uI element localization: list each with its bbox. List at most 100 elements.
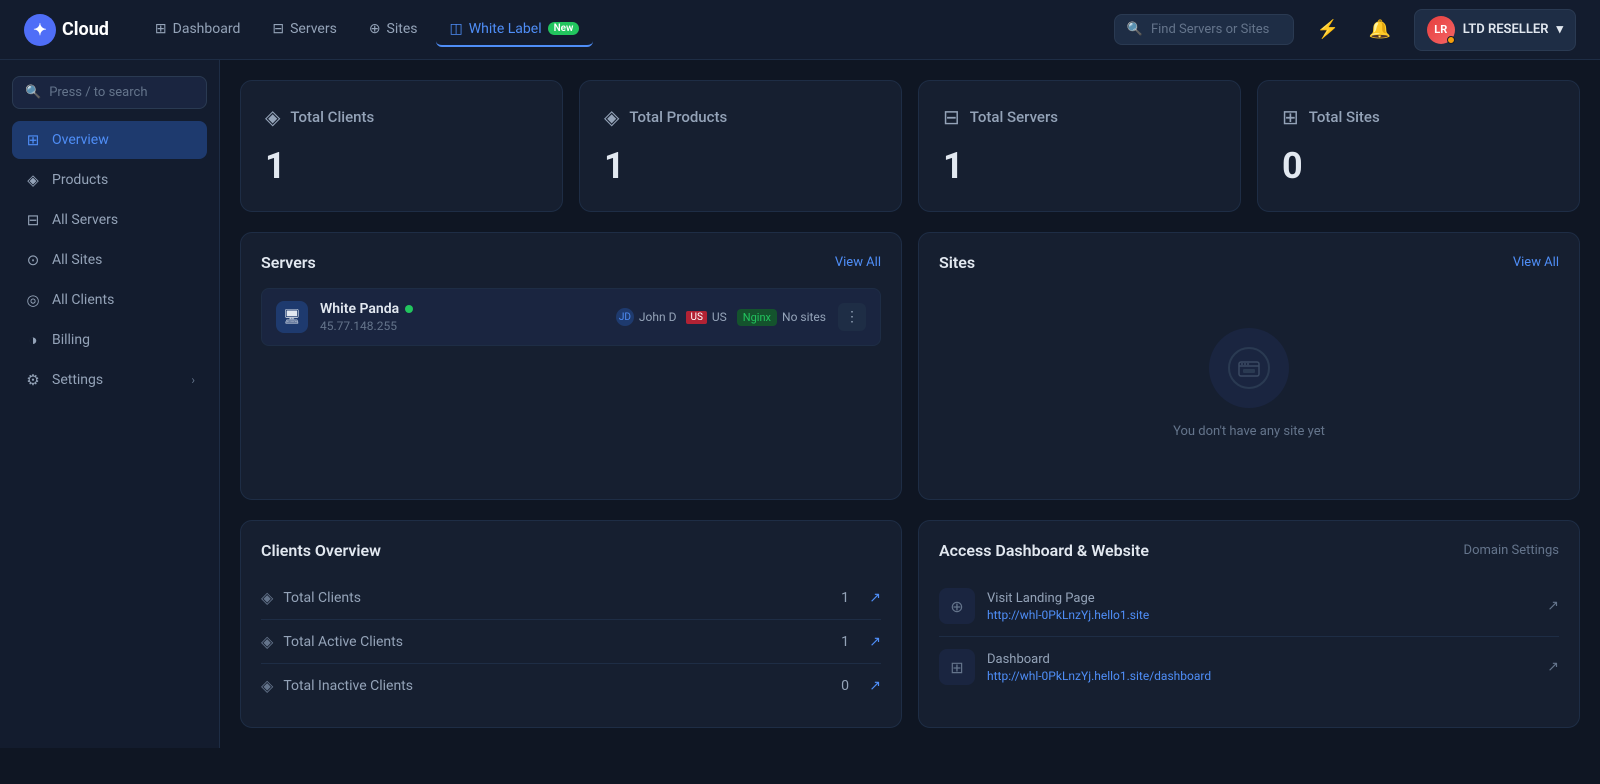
servers-panel-title: Servers [261,253,316,272]
sidebar-label-settings: Settings [52,372,103,388]
sidebar-label-all-servers: All Servers [52,212,118,228]
nav-link-sites[interactable]: ⊕Sites [355,13,432,47]
user-label: LTD RESELLER [1463,22,1549,37]
stat-card-value-total-sites: 0 [1282,145,1555,187]
sidebar-item-billing[interactable]: ◑ Billing [12,321,207,359]
server-row: 🖥 White Panda 45.77.148.255 JD John D [261,288,881,346]
stat-card-total-products: ◈ Total Products 1 [579,80,902,212]
stat-card-total-clients: ◈ Total Clients 1 [240,80,563,212]
stat-cards: ◈ Total Clients 1 ◈ Total Products 1 ⊟ T… [240,80,1580,212]
stat-card-icon-total-servers: ⊟ [943,105,960,129]
access-info-dashboard: Dashboard http://whl-0PkLnzYj.hello1.sit… [987,652,1535,683]
nav-badge-white-label: New [548,22,580,35]
logo[interactable]: ✦ Cloud [24,14,109,46]
sidebar-icon-billing: ◑ [24,331,42,349]
stat-card-header-total-clients: ◈ Total Clients [265,105,538,129]
client-count: 1 [801,620,857,664]
sidebar-label-all-sites: All Sites [52,252,102,268]
sidebar-icon-products: ◈ [24,171,42,189]
access-icon-landing-page: ⊕ [939,588,975,624]
sidebar-label-all-clients: All Clients [52,292,114,308]
clients-overview-header: Clients Overview [261,541,881,560]
client-ext-btn[interactable]: ↗ [857,576,881,620]
sites-empty-state: You don't have any site yet [939,288,1559,479]
nav-link-dashboard[interactable]: ⊞ Dashboard [141,13,254,47]
client-count: 0 [801,664,857,708]
sidebar-icon-overview: ⊞ [24,131,42,149]
server-user-name: John D [639,310,677,324]
panels-row: Servers View All 🖥 White Panda 45.77.148… [240,232,1580,500]
client-label: Total Inactive Clients [283,678,413,694]
sidebar-item-overview[interactable]: ⊞ Overview [12,121,207,159]
sidebar-label-billing: Billing [52,332,90,348]
flag-us-icon: US [686,311,706,324]
nav-link-servers[interactable]: ⊟Servers [258,13,350,47]
global-search[interactable]: 🔍 Find Servers or Sites [1114,14,1294,45]
access-panel: Access Dashboard & Website Domain Settin… [918,520,1580,728]
server-country: US US [686,310,726,324]
server-info: White Panda 45.77.148.255 [320,301,604,333]
client-ext-btn[interactable]: ↗ [857,664,881,708]
logo-icon: ✦ [24,14,56,46]
sidebar-item-all-clients[interactable]: ◎ All Clients [12,281,207,319]
stat-card-label-total-sites: Total Sites [1309,108,1380,126]
stat-card-header-total-servers: ⊟ Total Servers [943,105,1216,129]
nav-label-servers: Servers [290,21,337,37]
access-icon-dashboard: ⊞ [939,649,975,685]
access-url-landing-page[interactable]: http://whl-0PkLnzYj.hello1.site [987,608,1535,622]
access-ext-icon-landing-page[interactable]: ↗ [1547,598,1559,614]
nav-link-white-label[interactable]: ◫White LabelNew [436,13,594,47]
table-row: ◈ Total Inactive Clients 0 ↗ [261,664,881,708]
sidebar-label-products: Products [52,172,108,188]
avatar-initials: LR [1434,23,1447,36]
access-panel-title: Access Dashboard & Website [939,541,1149,560]
sidebar-search[interactable]: 🔍 Press / to search [12,76,207,109]
stat-card-icon-total-products: ◈ [604,105,619,129]
sidebar-icon-all-servers: ⊟ [24,211,42,229]
notifications-icon-btn[interactable]: 🔔 [1362,12,1398,48]
access-ext-icon-dashboard[interactable]: ↗ [1547,659,1559,675]
sidebar-item-products[interactable]: ◈ Products [12,161,207,199]
sidebar-label-overview: Overview [52,132,109,148]
topnav: ✦ Cloud ⊞ Dashboard ⊟Servers⊕Sites◫White L… [0,0,1600,60]
server-menu-btn[interactable]: ⋮ [838,303,866,331]
client-row-label: ◈ Total Inactive Clients [261,664,801,707]
sites-panel: Sites View All [918,232,1580,500]
sites-view-all[interactable]: View All [1513,255,1559,270]
sidebar-item-all-servers[interactable]: ⊟ All Servers [12,201,207,239]
server-name-text: White Panda [320,301,399,317]
sidebar-icon-settings: ⚙ [24,371,42,389]
activity-icon-btn[interactable]: ⚡ [1310,12,1346,48]
server-name: White Panda [320,301,604,317]
nav-label-dashboard: Dashboard [173,21,241,37]
access-url-dashboard[interactable]: http://whl-0PkLnzYj.hello1.site/dashboar… [987,669,1535,683]
sites-panel-header: Sites View All [939,253,1559,272]
sidebar-item-settings[interactable]: ⚙Settings› [12,361,207,399]
sidebar-search-icon: 🔍 [25,85,41,100]
stat-card-total-sites: ⊞ Total Sites 0 [1257,80,1580,212]
client-icon: ◈ [261,588,273,607]
search-icon: 🔍 [1127,22,1143,37]
access-panel-header: Access Dashboard & Website Domain Settin… [939,541,1559,560]
sidebar-icon-all-clients: ◎ [24,291,42,309]
chevron-down-icon: ▾ [1556,22,1563,37]
clients-overview-panel: Clients Overview ◈ Total Clients 1 ↗ ◈ T… [240,520,902,728]
table-row: ◈ Total Active Clients 1 ↗ [261,620,881,664]
nav-icon-dashboard: ⊞ [155,21,167,37]
client-label: Total Active Clients [283,634,403,650]
stat-card-header-total-products: ◈ Total Products [604,105,877,129]
stat-card-icon-total-sites: ⊞ [1282,105,1299,129]
sites-empty-message: You don't have any site yet [1173,424,1325,439]
user-menu-btn[interactable]: LR LTD RESELLER ▾ [1414,9,1576,51]
sidebar-item-all-sites[interactable]: ⊙All Sites [12,241,207,279]
nginx-badge: Nginx [737,309,777,326]
clients-table: ◈ Total Clients 1 ↗ ◈ Total Active Clien… [261,576,881,707]
servers-view-all[interactable]: View All [835,255,881,270]
client-ext-btn[interactable]: ↗ [857,620,881,664]
client-row-label: ◈ Total Active Clients [261,620,801,663]
country-label: US [712,310,727,324]
domain-settings-btn[interactable]: Domain Settings [1464,543,1559,558]
access-item-dashboard: ⊞ Dashboard http://whl-0PkLnzYj.hello1.s… [939,637,1559,697]
server-ip: 45.77.148.255 [320,319,604,333]
server-webserver: Nginx No sites [737,309,826,326]
